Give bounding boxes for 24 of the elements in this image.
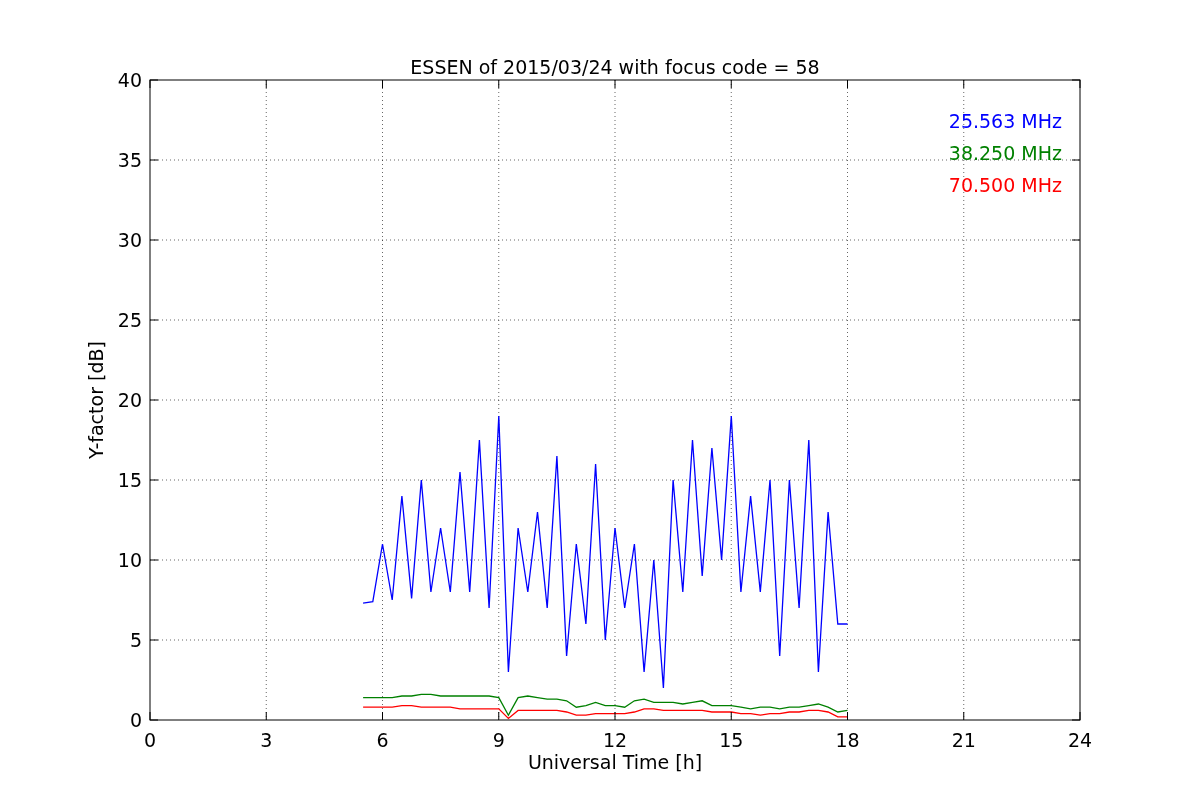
- tick-label: 40: [117, 69, 142, 91]
- legend-label: 25.563 MHz: [948, 110, 1062, 132]
- chart-title: ESSEN of 2015/03/24 with focus code = 58: [410, 56, 820, 78]
- tick-label: 3: [260, 729, 273, 751]
- tick-label: 15: [117, 469, 142, 491]
- tick-label: 10: [117, 549, 142, 571]
- tick-label: 35: [117, 149, 142, 171]
- tick-label: 20: [117, 389, 142, 411]
- legend-label: 70.500 MHz: [948, 174, 1062, 196]
- tick-label: 0: [143, 729, 157, 751]
- tick-label: 15: [719, 729, 744, 751]
- legend-label: 38.250 MHz: [948, 142, 1062, 164]
- tick-label: 30: [117, 229, 142, 251]
- tick-label: 5: [129, 629, 142, 651]
- tick-label: 6: [376, 729, 389, 751]
- tick-label: 25: [117, 309, 142, 331]
- x-axis-label: Universal Time [h]: [527, 751, 703, 773]
- tick-label: 9: [492, 729, 505, 751]
- tick-label: 12: [602, 729, 628, 751]
- tick-label: 0: [129, 709, 142, 731]
- tick-label: 18: [835, 729, 860, 751]
- tick-label: 21: [951, 729, 976, 751]
- y-axis-label: Y-factor [dB]: [85, 341, 107, 459]
- tick-label: 24: [1067, 729, 1093, 751]
